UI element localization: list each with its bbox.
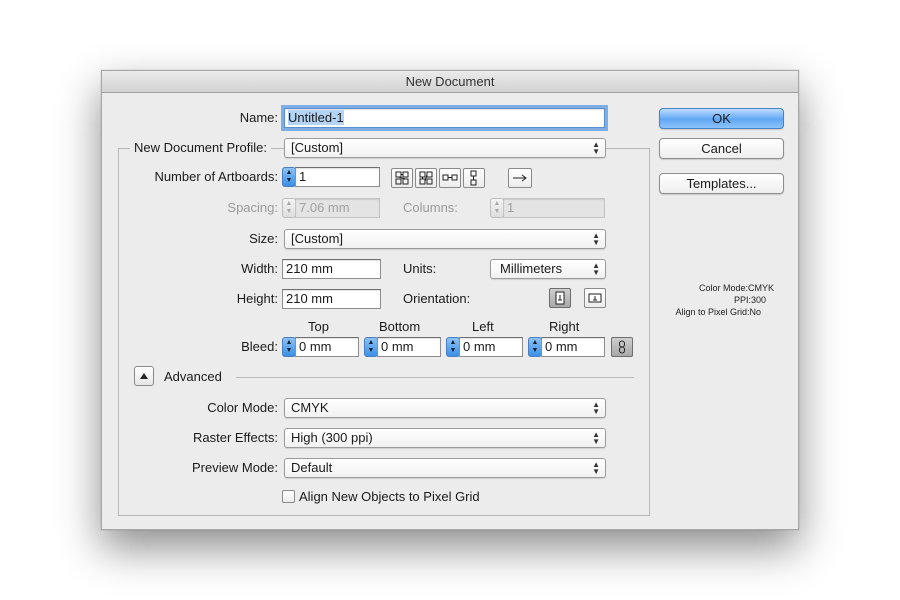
landscape-icon[interactable] [584, 288, 606, 308]
size-popup[interactable]: [Custom] ▲ ▼ [284, 229, 606, 249]
summary-pixel-grid: Align to Pixel Grid:No [675, 307, 761, 317]
bleed-bottom-stepper[interactable]: ▲ ▼ [364, 337, 378, 357]
width-label: Width: [241, 261, 278, 276]
portrait-icon[interactable] [549, 288, 571, 308]
name-input[interactable]: Untitled-1 [284, 108, 605, 128]
orientation-label: Orientation: [403, 291, 471, 306]
raster-effects-label: Raster Effects: [192, 430, 278, 445]
summary-ppi: PPI:300 [733, 295, 766, 305]
name-label: Name: [239, 110, 278, 125]
bleed-right-stepper[interactable]: ▲ ▼ [528, 337, 542, 357]
height-label: Height: [236, 291, 278, 306]
height-input[interactable]: 210 mm [282, 289, 381, 309]
new-document-dialog: New Document Name: Untitled-1 New Docume… [101, 70, 799, 530]
summary-color-mode: Color Mode:CMYK [698, 283, 774, 293]
spacing-input: 7.06 mm [295, 198, 380, 218]
units-value: Millimeters [500, 261, 563, 276]
disclosure-triangle-icon[interactable] [134, 366, 154, 386]
ok-button[interactable]: OK [659, 108, 784, 129]
columns-stepper: ▲ ▼ [490, 198, 504, 218]
updown-arrows-icon: ▲ ▼ [592, 460, 600, 476]
updown-arrows-icon: ▲ ▼ [592, 261, 600, 277]
bleed-right-input[interactable]: 0 mm [541, 337, 605, 357]
name-value: Untitled-1 [288, 110, 344, 125]
layout-direction-arrow-icon[interactable] [508, 168, 532, 188]
arrange-by-row-icon[interactable] [439, 168, 461, 188]
profile-popup[interactable]: [Custom] ▲ ▼ [284, 138, 606, 158]
preview-mode-popup[interactable]: Default ▲ ▼ [284, 458, 606, 478]
artboards-input[interactable]: 1 [295, 167, 380, 187]
grid-by-row-icon[interactable] [391, 168, 413, 188]
pixel-grid-label[interactable]: Align New Objects to Pixel Grid [299, 489, 480, 505]
updown-arrows-icon: ▲ ▼ [592, 231, 600, 247]
updown-arrows-icon: ▲ ▼ [592, 400, 600, 416]
bleed-label: Bleed: [241, 339, 278, 354]
bleed-left-label: Left [472, 319, 494, 334]
templates-button[interactable]: Templates... [659, 173, 784, 194]
cancel-button[interactable]: Cancel [659, 138, 784, 159]
units-popup[interactable]: Millimeters ▲ ▼ [490, 259, 606, 279]
bleed-left-input[interactable]: 0 mm [459, 337, 523, 357]
pixel-grid-checkbox[interactable] [282, 490, 295, 503]
color-mode-popup[interactable]: CMYK ▲ ▼ [284, 398, 606, 418]
window-title: New Document [102, 71, 798, 93]
units-label: Units: [403, 261, 437, 276]
preview-mode-value: Default [291, 460, 333, 475]
grid-by-column-icon[interactable] [415, 168, 437, 188]
bleed-bottom-input[interactable]: 0 mm [377, 337, 441, 357]
columns-input: 1 [503, 198, 605, 218]
color-mode-value: CMYK [291, 400, 329, 415]
bleed-top-stepper[interactable]: ▲ ▼ [282, 337, 296, 357]
preview-mode-label: Preview Mode: [192, 460, 278, 475]
bleed-right-label: Right [549, 319, 580, 334]
artboards-stepper[interactable]: ▲ ▼ [282, 167, 296, 187]
columns-label: Columns: [403, 200, 458, 215]
link-chain-icon[interactable] [611, 337, 633, 357]
raster-effects-value: High (300 ppi) [291, 430, 373, 445]
bleed-left-stepper[interactable]: ▲ ▼ [446, 337, 460, 357]
size-label: Size: [249, 231, 278, 246]
spacing-label: Spacing: [227, 200, 278, 215]
bleed-top-input[interactable]: 0 mm [295, 337, 359, 357]
profile-label: New Document Profile: [130, 140, 271, 156]
updown-arrows-icon: ▲ ▼ [592, 140, 600, 156]
profile-value: [Custom] [291, 140, 344, 155]
width-input[interactable]: 210 mm [282, 259, 381, 279]
color-mode-label: Color Mode: [207, 400, 278, 415]
bleed-bottom-label: Bottom [379, 319, 421, 334]
artboards-label: Number of Artboards: [154, 169, 278, 184]
bleed-top-label: Top [308, 319, 329, 334]
raster-effects-popup[interactable]: High (300 ppi) ▲ ▼ [284, 428, 606, 448]
size-value: [Custom] [291, 231, 344, 246]
spacing-stepper: ▲ ▼ [282, 198, 296, 218]
updown-arrows-icon: ▲ ▼ [592, 430, 600, 446]
advanced-label: Advanced [164, 369, 222, 384]
advanced-divider [236, 377, 634, 378]
arrange-by-column-icon[interactable] [463, 168, 485, 188]
